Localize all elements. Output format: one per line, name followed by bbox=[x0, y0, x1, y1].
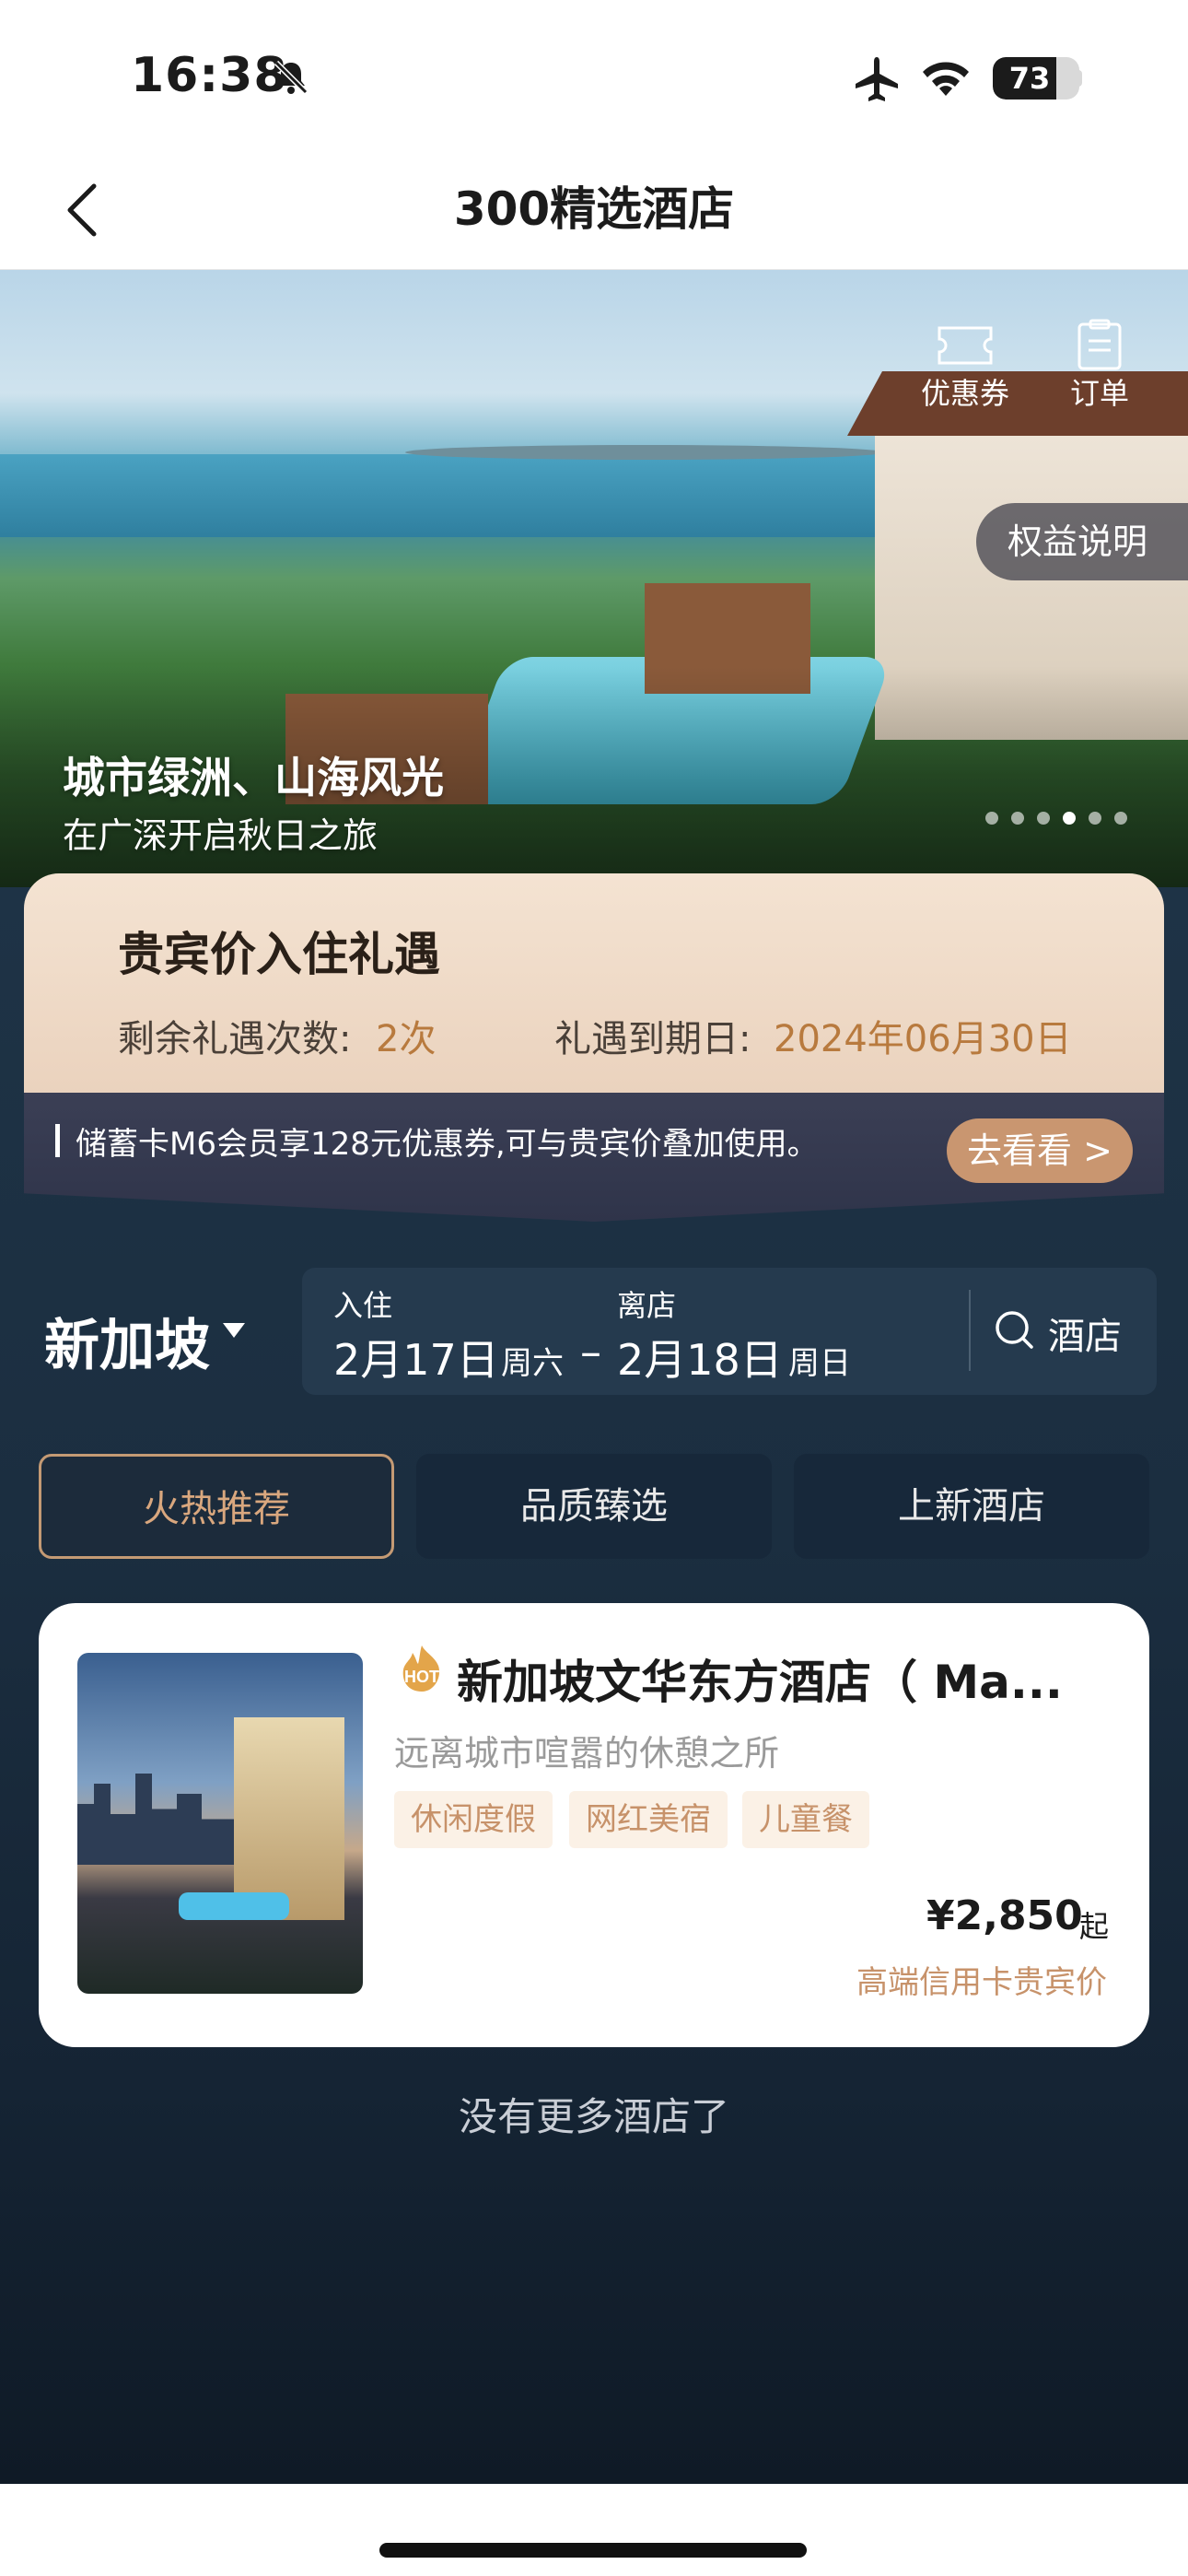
page-title: 300精选酒店 bbox=[453, 182, 735, 236]
carousel-dot[interactable] bbox=[985, 812, 998, 825]
hot-badge-text: HOT bbox=[404, 1668, 439, 1686]
benefit-info-button[interactable]: 权益说明 bbox=[976, 503, 1188, 580]
hotel-name[interactable]: 新加坡文华东方酒店（ Ma... bbox=[457, 1645, 1112, 1712]
airplane-icon bbox=[856, 57, 898, 101]
city-selector[interactable]: 新加坡 bbox=[44, 1301, 210, 1381]
banner-island bbox=[405, 445, 884, 460]
carousel-dot[interactable] bbox=[1089, 812, 1101, 825]
hotel-price: ¥2,850 bbox=[926, 1892, 1083, 1939]
search-divider bbox=[969, 1290, 971, 1371]
promo-go-button[interactable]: 去看看 > bbox=[947, 1118, 1133, 1183]
carousel-dot[interactable] bbox=[1114, 812, 1127, 825]
checkout-label: 离店 bbox=[617, 1288, 677, 1323]
wifi-icon bbox=[923, 62, 969, 96]
photo-skyline bbox=[77, 1774, 243, 1865]
order-label[interactable]: 订单 bbox=[1050, 370, 1149, 413]
coupon-icon[interactable] bbox=[936, 324, 995, 367]
tab-hot-recommend[interactable]: 火热推荐 bbox=[39, 1454, 394, 1559]
home-indicator[interactable] bbox=[379, 2543, 807, 2558]
promo-text: 储蓄卡M6会员享128元优惠券,可与贵宾价叠加使用。 bbox=[76, 1126, 819, 1163]
hotel-photo[interactable] bbox=[77, 1653, 363, 1994]
tab-quality-select[interactable]: 品质臻选 bbox=[416, 1454, 772, 1559]
gift-remain-label: 剩余礼遇次数: bbox=[118, 1018, 352, 1060]
checkin-label: 入住 bbox=[333, 1288, 393, 1323]
price-note: 高端信用卡贵宾价 bbox=[856, 1964, 1107, 2001]
banner-title: 城市绿洲、山海风光 bbox=[63, 753, 444, 802]
carousel-dot[interactable] bbox=[1063, 812, 1076, 825]
bell-muted-icon bbox=[274, 60, 309, 95]
caret-down-icon[interactable] bbox=[221, 1319, 247, 1340]
tab-new-hotels[interactable]: 上新酒店 bbox=[794, 1454, 1149, 1559]
coupon-label[interactable]: 优惠券 bbox=[908, 370, 1022, 413]
home-area bbox=[0, 2484, 1188, 2576]
battery-tip bbox=[1076, 70, 1082, 87]
date-separator: – bbox=[580, 1327, 601, 1376]
search-icon[interactable] bbox=[993, 1308, 1035, 1351]
battery-level: 73 bbox=[1008, 61, 1051, 96]
hotel-tag: 儿童餐 bbox=[742, 1791, 869, 1848]
checkout-weekday: 周日 bbox=[788, 1345, 851, 1382]
hotel-search-button[interactable]: 酒店 bbox=[1048, 1306, 1122, 1360]
checkin-weekday: 周六 bbox=[501, 1345, 564, 1382]
banner-subtitle: 在广深开启秋日之旅 bbox=[63, 815, 379, 856]
price-suffix: 起 bbox=[1079, 1909, 1110, 1944]
hotel-tag: 休闲度假 bbox=[394, 1791, 553, 1848]
no-more-hotels-text: 没有更多酒店了 bbox=[458, 2094, 729, 2139]
hotel-subtitle: 远离城市喧嚣的休憩之所 bbox=[394, 1733, 780, 1774]
status-time: 16:38 bbox=[131, 48, 288, 103]
hot-flame-icon: HOT bbox=[402, 1645, 440, 1692]
gift-remain-value: 2次 bbox=[376, 1018, 437, 1060]
photo-tower bbox=[234, 1717, 344, 1920]
gift-expiry-value: 2024年06月30日 bbox=[774, 1018, 1072, 1060]
checkout-date[interactable]: 2月18日 bbox=[617, 1327, 783, 1388]
gift-expiry-label: 礼遇到期日: bbox=[554, 1018, 751, 1060]
checkin-date[interactable]: 2月17日 bbox=[333, 1327, 499, 1388]
gift-title: 贵宾价入住礼遇 bbox=[118, 928, 440, 981]
promo-marker bbox=[55, 1124, 60, 1157]
carousel-dot[interactable] bbox=[1037, 812, 1050, 825]
battery-icon: 73 bbox=[993, 57, 1079, 100]
gift-card bbox=[24, 873, 1164, 1098]
carousel-dot[interactable] bbox=[1011, 812, 1024, 825]
hotel-tag: 网红美宿 bbox=[569, 1791, 728, 1848]
order-clipboard-icon[interactable] bbox=[1072, 319, 1127, 370]
carousel-dots bbox=[985, 811, 1140, 825]
photo-pool bbox=[179, 1892, 289, 1920]
